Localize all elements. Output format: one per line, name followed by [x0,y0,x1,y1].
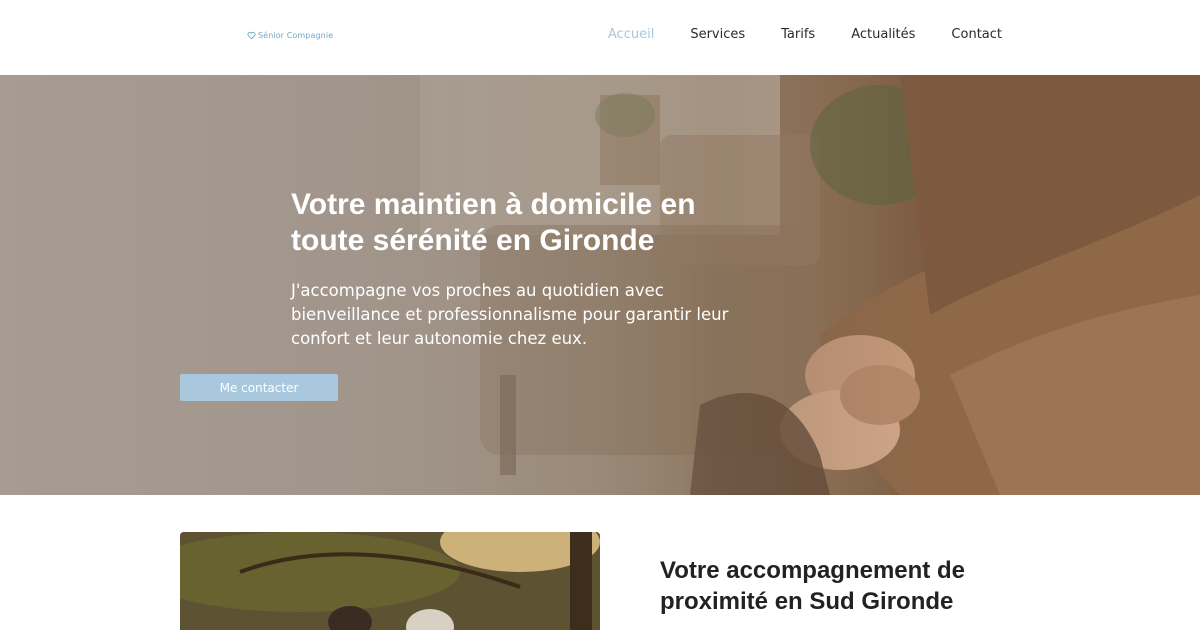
nav-item-actualites[interactable]: Actualités [851,27,915,42]
section-title: Votre accompagnement de proximité en Sud… [660,557,965,615]
contact-button[interactable]: Me contacter [180,374,338,401]
nav-item-tarifs[interactable]: Tarifs [781,27,815,42]
site-header: Sénior Compagnie Accueil Services Tarifs… [0,0,1200,75]
proximity-section: Votre accompagnement de proximité en Sud… [0,495,1200,630]
hero-title: Votre maintien à domicile en toute sérén… [291,188,696,257]
logo-text: Sénior Compagnie [258,31,334,40]
section-photo [180,532,600,630]
nav-item-contact[interactable]: Contact [951,27,1002,42]
hero-section: Votre maintien à domicile en toute sérén… [0,75,1200,495]
hero-description: J'accompagne vos proches au quotidien av… [291,281,729,348]
hero-content: Votre maintien à domicile en toute sérén… [291,187,731,351]
logo[interactable]: Sénior Compagnie [247,31,333,40]
heart-icon [247,31,256,40]
section-image [180,532,600,630]
nav-item-accueil[interactable]: Accueil [608,27,654,42]
nav-item-services[interactable]: Services [690,27,745,42]
main-nav: Accueil Services Tarifs Actualités Conta… [608,27,1002,42]
